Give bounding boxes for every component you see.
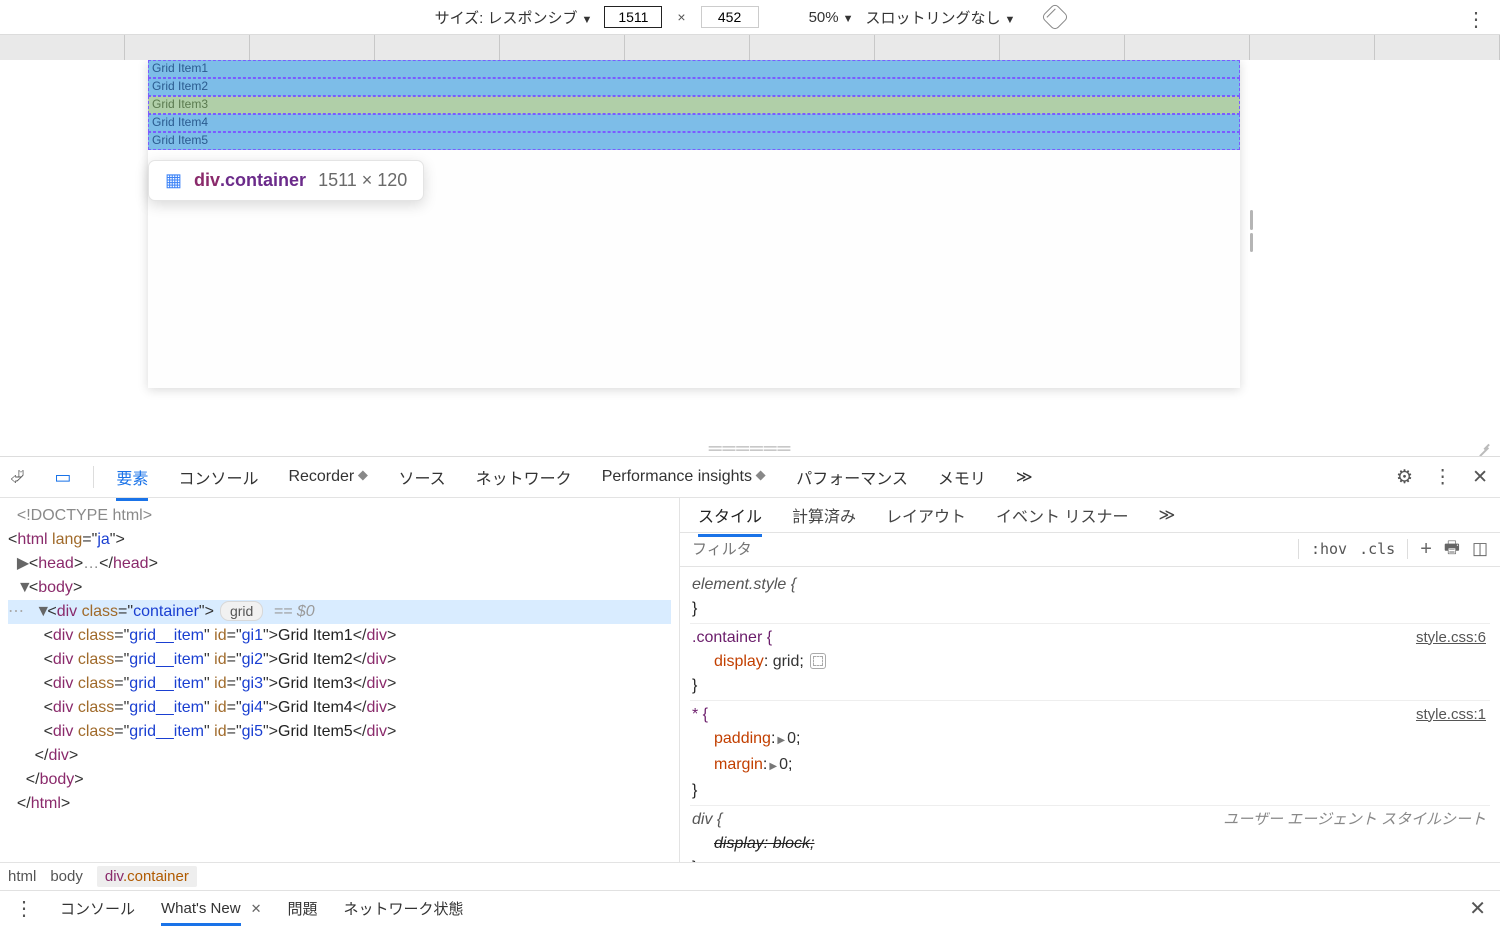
zoom-select[interactable]: 50%▼ <box>809 9 854 26</box>
new-rule-icon[interactable]: + <box>1420 538 1432 561</box>
tab-elements[interactable]: 要素 <box>116 465 148 501</box>
settings-icon[interactable]: ⚙ <box>1396 466 1413 489</box>
size-mode-select[interactable]: サイズ: レスポンシブ▼ <box>435 7 593 28</box>
tooltip-class: .container <box>220 170 306 190</box>
drawer-tab-whatsnew[interactable]: What's New <box>161 900 241 926</box>
styles-filter-input[interactable] <box>692 541 1286 558</box>
grid-badge[interactable]: grid <box>220 601 263 621</box>
grid-overlay: Grid Item1 Grid Item2 Grid Item3 Grid It… <box>148 60 1240 150</box>
grid-item: Grid Item1 <box>148 60 1240 78</box>
tab-performance[interactable]: パフォーマンス <box>796 465 908 489</box>
rule-ua-label: ユーザー エージェント スタイルシート <box>1223 808 1486 832</box>
grid-item: Grid Item3 <box>148 96 1240 114</box>
styles-filter-bar: :hov .cls + 🖶 ◫ <box>680 533 1500 566</box>
viewport-height-input[interactable] <box>701 6 759 28</box>
cls-toggle[interactable]: .cls <box>1359 540 1395 558</box>
drawer-tab-network-conditions[interactable]: ネットワーク状態 <box>344 898 464 919</box>
rendered-page[interactable]: Grid Item1 Grid Item2 Grid Item3 Grid It… <box>148 60 1240 388</box>
grid-item: Grid Item5 <box>148 132 1240 150</box>
devtools-tabs: ⮰ ▭ 要素 コンソール Recorder⯁ ソース ネットワーク Perfor… <box>0 456 1500 498</box>
tabs-overflow[interactable]: ≫ <box>1016 467 1033 487</box>
viewport-width-input[interactable] <box>604 6 662 28</box>
device-toolbar: サイズ: レスポンシブ▼ × 50%▼ スロットリングなし▼ ⋮ <box>0 0 1500 34</box>
tab-console[interactable]: コンソール <box>178 465 258 489</box>
panels: <!DOCTYPE html> <html lang="ja"> ▶<head>… <box>0 498 1500 862</box>
rule-source-link[interactable]: style.css:6 <box>1416 626 1486 650</box>
grid-editor-icon[interactable] <box>810 653 826 669</box>
tab-memory[interactable]: メモリ <box>938 465 986 489</box>
rotate-icon[interactable] <box>1041 3 1069 31</box>
element-tooltip: ▦ div.container 1511 × 120 <box>148 160 424 201</box>
styles-tabs-overflow[interactable]: ≫ <box>1159 505 1176 525</box>
panel-drag-handle[interactable]: ══════ <box>0 440 1500 456</box>
tab-perf-insights[interactable]: Performance insights⯁ <box>602 468 767 486</box>
close-tab-icon[interactable]: ✕ <box>251 901 262 917</box>
styles-tab-layout[interactable]: レイアウト <box>886 503 966 527</box>
tooltip-tag: div <box>194 170 220 190</box>
device-toggle-icon[interactable]: ▭ <box>54 467 71 488</box>
crumb-body[interactable]: body <box>50 868 83 885</box>
rule-universal[interactable]: style.css:1 * { padding:▶0; margin:▶0; } <box>690 701 1490 806</box>
devtools-menu-icon[interactable]: ⋮ <box>1433 466 1452 489</box>
inspect-element-icon[interactable]: ⮰ <box>10 467 24 488</box>
tab-sources[interactable]: ソース <box>398 465 445 489</box>
styles-pane: スタイル 計算済み レイアウト イベント リスナー ≫ :hov .cls + … <box>680 498 1500 862</box>
styles-tab-styles[interactable]: スタイル <box>698 503 762 537</box>
hov-toggle[interactable]: :hov <box>1311 540 1347 558</box>
dim-separator: × <box>677 9 685 25</box>
drawer-tab-console[interactable]: コンソール <box>60 898 135 919</box>
style-rules[interactable]: element.style { } style.css:6 .container… <box>680 567 1500 862</box>
grid-item: Grid Item4 <box>148 114 1240 132</box>
ruler <box>0 34 1500 60</box>
tab-network[interactable]: ネットワーク <box>476 465 572 489</box>
dom-doctype: <!DOCTYPE html> <box>17 507 152 524</box>
throttling-select[interactable]: スロットリングなし▼ <box>865 7 1015 28</box>
computed-styles-icon[interactable]: 🖶 <box>1444 535 1460 564</box>
drawer-tab-issues[interactable]: 問題 <box>287 898 317 919</box>
styles-tabs: スタイル 計算済み レイアウト イベント リスナー ≫ <box>680 498 1500 533</box>
drawer-menu-icon[interactable]: ⋮ <box>14 896 34 921</box>
toggle-sidebar-icon[interactable]: ◫ <box>1472 539 1488 559</box>
dom-breadcrumbs: html body div.container <box>0 862 1500 890</box>
rule-source-link[interactable]: style.css:1 <box>1416 703 1486 727</box>
drawer-tabs: ⋮ コンソール What's New ✕ 問題 ネットワーク状態 ✕ <box>0 890 1500 926</box>
viewport-preview: Grid Item1 Grid Item2 Grid Item3 Grid It… <box>0 60 1500 440</box>
page-scrollbar[interactable] <box>1250 210 1258 252</box>
dom-tree[interactable]: <!DOCTYPE html> <html lang="ja"> ▶<head>… <box>0 498 680 862</box>
tooltip-dimensions: 1511 × 120 <box>318 170 407 191</box>
tab-recorder[interactable]: Recorder⯁ <box>288 468 368 486</box>
rule-element-style[interactable]: element.style { } <box>690 571 1490 624</box>
crumb-html[interactable]: html <box>8 868 36 885</box>
close-devtools-icon[interactable]: ✕ <box>1472 466 1488 489</box>
grid-item: Grid Item2 <box>148 78 1240 96</box>
close-drawer-icon[interactable]: ✕ <box>1469 896 1486 921</box>
styles-tab-listeners[interactable]: イベント リスナー <box>996 503 1128 527</box>
styles-tab-computed[interactable]: 計算済み <box>792 503 856 527</box>
device-toolbar-menu-icon[interactable]: ⋮ <box>1466 7 1486 32</box>
resize-grip-icon[interactable] <box>1474 440 1488 454</box>
rule-container[interactable]: style.css:6 .container { display: grid; … <box>690 624 1490 701</box>
dom-selected-node[interactable]: ⋯ ▼<div class="container">grid == $0 <box>8 600 671 624</box>
grid-badge-icon: ▦ <box>165 170 182 191</box>
crumb-selected[interactable]: div.container <box>97 866 197 887</box>
rule-ua-div[interactable]: ユーザー エージェント スタイルシート div { display: block… <box>690 806 1490 862</box>
